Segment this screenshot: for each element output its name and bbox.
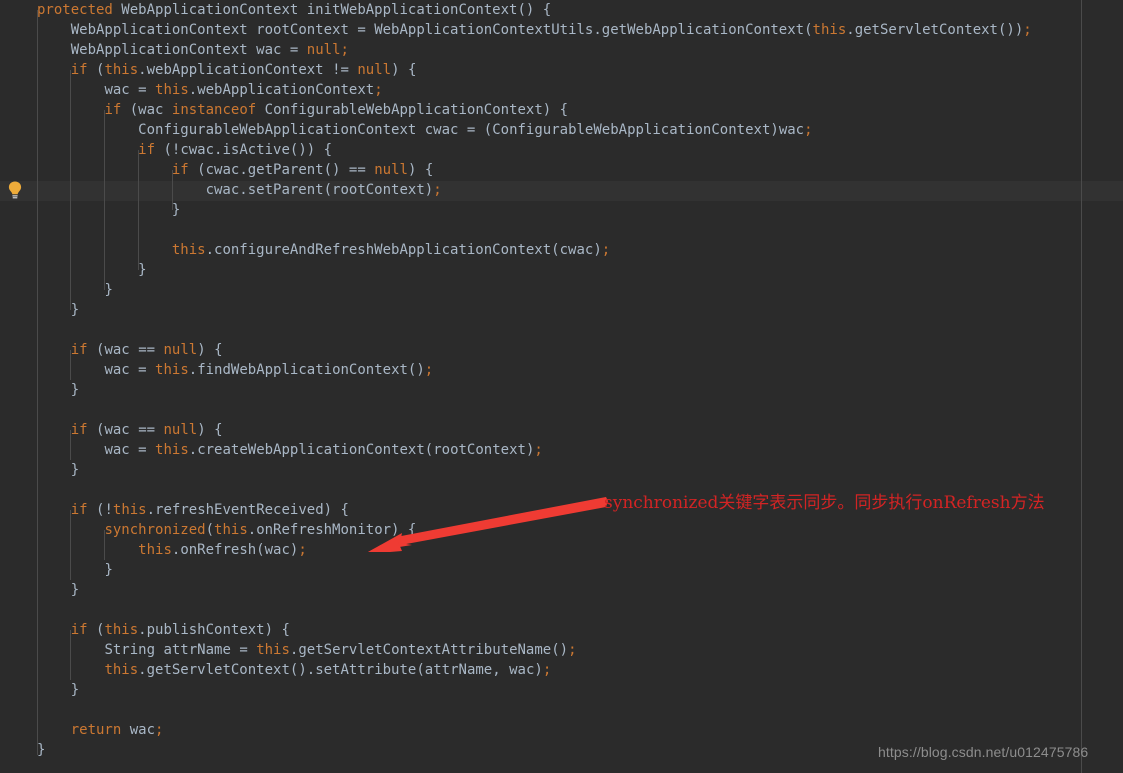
- code-line[interactable]: }: [0, 280, 1123, 300]
- code-line[interactable]: if (wac instanceof ConfigurableWebApplic…: [0, 100, 1123, 120]
- code-line[interactable]: if (!cwac.isActive()) {: [0, 140, 1123, 160]
- annotation-arrow-icon: [368, 497, 608, 552]
- watermark-url: https://blog.csdn.net/u012475786: [878, 744, 1089, 760]
- code-line[interactable]: ConfigurableWebApplicationContext cwac =…: [0, 120, 1123, 140]
- code-line[interactable]: if (wac == null) {: [0, 420, 1123, 440]
- code-line[interactable]: wac = this.findWebApplicationContext();: [0, 360, 1123, 380]
- code-line[interactable]: }: [0, 260, 1123, 280]
- code-line[interactable]: wac = this.createWebApplicationContext(r…: [0, 440, 1123, 460]
- code-line[interactable]: if (cwac.getParent() == null) {: [0, 160, 1123, 180]
- code-line[interactable]: cwac.setParent(rootContext);: [0, 180, 1123, 200]
- code-line[interactable]: }: [0, 300, 1123, 320]
- code-line[interactable]: }: [0, 580, 1123, 600]
- code-line[interactable]: return wac;: [0, 720, 1123, 740]
- code-line[interactable]: this.getServletContext().setAttribute(at…: [0, 660, 1123, 680]
- code-line[interactable]: this.configureAndRefreshWebApplicationCo…: [0, 240, 1123, 260]
- code-line[interactable]: }: [0, 680, 1123, 700]
- lightbulb-icon[interactable]: [8, 181, 22, 200]
- code-line[interactable]: WebApplicationContext rootContext = WebA…: [0, 20, 1123, 40]
- code-editor-screenshot: protected WebApplicationContext initWebA…: [0, 0, 1123, 773]
- code-line[interactable]: }: [0, 460, 1123, 480]
- annotation-label: synchronized关键字表示同步。同步执行onRefresh方法: [604, 493, 1045, 513]
- code-line[interactable]: [0, 320, 1123, 340]
- code-line[interactable]: [0, 400, 1123, 420]
- code-line[interactable]: }: [0, 380, 1123, 400]
- code-line[interactable]: [0, 600, 1123, 620]
- code-line[interactable]: if (this.publishContext) {: [0, 620, 1123, 640]
- code-line[interactable]: wac = this.webApplicationContext;: [0, 80, 1123, 100]
- code-line[interactable]: [0, 700, 1123, 720]
- code-line[interactable]: if (this.webApplicationContext != null) …: [0, 60, 1123, 80]
- code-text[interactable]: protected WebApplicationContext initWebA…: [0, 0, 1123, 773]
- code-line[interactable]: if (wac == null) {: [0, 340, 1123, 360]
- code-line[interactable]: WebApplicationContext wac = null;: [0, 40, 1123, 60]
- code-line[interactable]: protected WebApplicationContext initWebA…: [0, 0, 1123, 20]
- code-line[interactable]: [0, 220, 1123, 240]
- code-line[interactable]: String attrName = this.getServletContext…: [0, 640, 1123, 660]
- code-line[interactable]: }: [0, 200, 1123, 220]
